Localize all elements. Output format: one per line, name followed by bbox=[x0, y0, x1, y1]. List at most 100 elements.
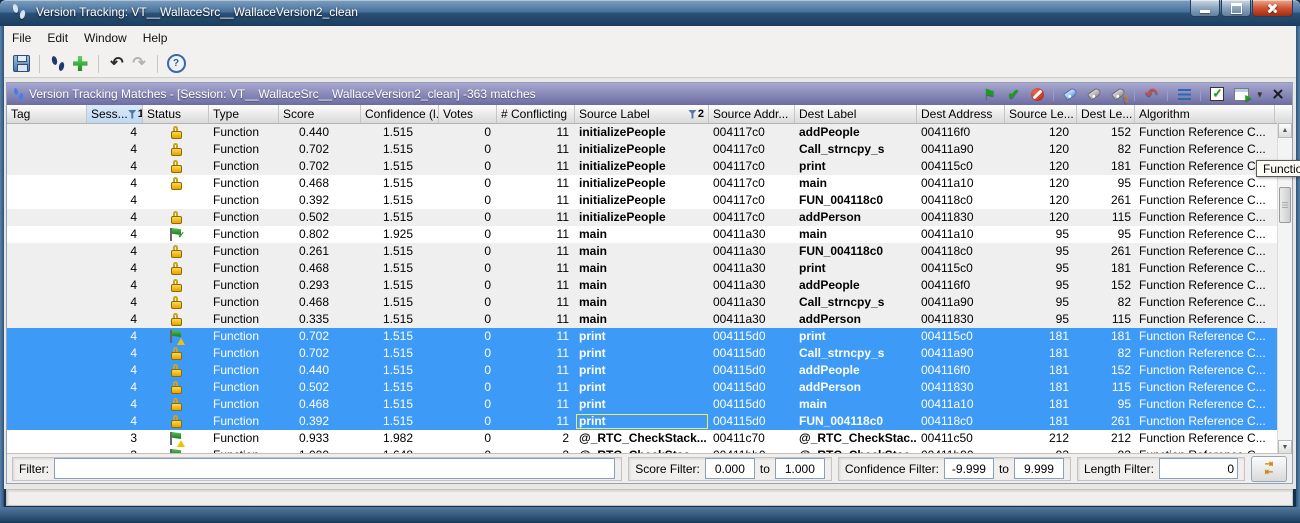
match-row[interactable]: 3Function0.9331.98202@_RTC_CheckStack...… bbox=[7, 430, 1292, 447]
cell-score[interactable]: 0.468 bbox=[279, 175, 361, 192]
menu-button[interactable] bbox=[1176, 86, 1192, 102]
cell-votes[interactable]: 0 bbox=[439, 345, 497, 362]
cell-dest_label[interactable]: @_RTC_CheckStac... bbox=[795, 430, 917, 447]
cell-status[interactable] bbox=[143, 311, 209, 328]
cell-confidence[interactable]: 1.515 bbox=[361, 243, 439, 260]
cell-dest_len[interactable]: 152 bbox=[1077, 277, 1135, 294]
cell-votes[interactable]: 0 bbox=[439, 260, 497, 277]
cell-dest_addr[interactable]: 00411a90 bbox=[917, 345, 1005, 362]
cell-src_label[interactable]: main bbox=[575, 243, 709, 260]
cell-src_len[interactable]: 181 bbox=[1005, 362, 1077, 379]
cell-algorithm[interactable]: Function Reference C... bbox=[1135, 175, 1275, 192]
cell-session[interactable]: 4 bbox=[87, 311, 143, 328]
score-to-input[interactable] bbox=[775, 458, 825, 479]
undo-button[interactable]: ↶ bbox=[106, 53, 128, 75]
cell-dest_addr[interactable]: 004116f0 bbox=[917, 124, 1005, 141]
cell-conflicting[interactable]: 11 bbox=[497, 294, 575, 311]
cell-src_label[interactable]: print bbox=[575, 345, 709, 362]
cell-dest_addr[interactable]: 00411830 bbox=[917, 209, 1005, 226]
cell-src_len[interactable]: 181 bbox=[1005, 413, 1077, 430]
match-row[interactable]: 4Function0.7021.515011print004115d0Call_… bbox=[7, 345, 1292, 362]
cell-session[interactable]: 4 bbox=[87, 345, 143, 362]
cell-conflicting[interactable]: 11 bbox=[497, 277, 575, 294]
cell-dest_addr[interactable]: 004118c0 bbox=[917, 413, 1005, 430]
cell-dest_len[interactable]: 115 bbox=[1077, 379, 1135, 396]
cell-type[interactable]: Function bbox=[209, 345, 279, 362]
cell-votes[interactable]: 0 bbox=[439, 226, 497, 243]
cell-dest_addr[interactable]: 00411a10 bbox=[917, 175, 1005, 192]
cell-algorithm[interactable]: Function Reference C... bbox=[1135, 209, 1275, 226]
column-header-algorithm[interactable]: Algorithm bbox=[1135, 105, 1275, 123]
cell-src_len[interactable]: 95 bbox=[1005, 243, 1077, 260]
cell-type[interactable]: Function bbox=[209, 277, 279, 294]
cell-dest_label[interactable]: addPeople bbox=[795, 277, 917, 294]
cell-dest_len[interactable]: 115 bbox=[1077, 311, 1135, 328]
cell-votes[interactable]: 0 bbox=[439, 294, 497, 311]
cell-dest_label[interactable]: addPerson bbox=[795, 379, 917, 396]
cell-type[interactable]: Function bbox=[209, 311, 279, 328]
length-filter-input[interactable] bbox=[1159, 458, 1238, 479]
cell-dest_addr[interactable]: 004116f0 bbox=[917, 277, 1005, 294]
cell-type[interactable]: Function bbox=[209, 362, 279, 379]
dropdown-caret-icon[interactable]: ▾ bbox=[1257, 89, 1262, 100]
cell-tag[interactable] bbox=[7, 260, 87, 277]
help-button[interactable]: ? bbox=[165, 53, 187, 75]
match-row[interactable]: 4Function0.4681.515011main00411a30Call_s… bbox=[7, 294, 1292, 311]
cell-dest_label[interactable]: addPeople bbox=[795, 362, 917, 379]
cell-status[interactable] bbox=[143, 430, 209, 447]
cell-algorithm[interactable]: Function Reference C... bbox=[1135, 396, 1275, 413]
cell-src_addr[interactable]: 004117c0 bbox=[709, 209, 795, 226]
close-button[interactable] bbox=[1252, 0, 1293, 17]
add-tag-button[interactable] bbox=[1062, 86, 1078, 102]
cell-score[interactable]: 0.502 bbox=[279, 209, 361, 226]
menu-window[interactable]: Window bbox=[76, 28, 135, 48]
cell-score[interactable]: 0.293 bbox=[279, 277, 361, 294]
cell-conflicting[interactable]: 11 bbox=[497, 345, 575, 362]
cell-votes[interactable]: 0 bbox=[439, 277, 497, 294]
match-row[interactable]: 4Function0.4681.515011initializePeople00… bbox=[7, 175, 1292, 192]
accept-flag-button[interactable]: ⚑ bbox=[981, 86, 997, 102]
cell-dest_label[interactable]: print bbox=[795, 328, 917, 345]
score-from-input[interactable] bbox=[705, 458, 755, 479]
cell-tag[interactable] bbox=[7, 362, 87, 379]
cell-conflicting[interactable]: 11 bbox=[497, 413, 575, 430]
cell-src_len[interactable]: 95 bbox=[1005, 260, 1077, 277]
cell-confidence[interactable]: 1.515 bbox=[361, 209, 439, 226]
cell-confidence[interactable]: 1.982 bbox=[361, 430, 439, 447]
cell-src_len[interactable]: 120 bbox=[1005, 158, 1077, 175]
cell-conflicting[interactable]: 11 bbox=[497, 243, 575, 260]
cell-type[interactable]: Function bbox=[209, 141, 279, 158]
cell-score[interactable]: 0.468 bbox=[279, 294, 361, 311]
cell-score[interactable]: 0.392 bbox=[279, 413, 361, 430]
cell-score[interactable]: 0.702 bbox=[279, 141, 361, 158]
cell-src_addr[interactable]: 00411c70 bbox=[709, 430, 795, 447]
cell-src_label[interactable]: initializePeople bbox=[575, 141, 709, 158]
cell-status[interactable] bbox=[143, 294, 209, 311]
cell-conflicting[interactable]: 11 bbox=[497, 260, 575, 277]
cell-dest_addr[interactable]: 00411a90 bbox=[917, 294, 1005, 311]
cell-score[interactable]: 0.392 bbox=[279, 192, 361, 209]
cell-tag[interactable] bbox=[7, 328, 87, 345]
cell-confidence[interactable]: 1.515 bbox=[361, 345, 439, 362]
match-row[interactable]: 4Function0.3921.515011print004115d0FUN_0… bbox=[7, 413, 1292, 430]
cell-tag[interactable] bbox=[7, 124, 87, 141]
filter-input[interactable] bbox=[54, 458, 615, 479]
cell-session[interactable]: 4 bbox=[87, 277, 143, 294]
cell-type[interactable]: Function bbox=[209, 124, 279, 141]
menu-edit[interactable]: Edit bbox=[39, 28, 76, 48]
cell-tag[interactable] bbox=[7, 413, 87, 430]
cell-dest_addr[interactable]: 004115c0 bbox=[917, 158, 1005, 175]
cell-confidence[interactable]: 1.515 bbox=[361, 413, 439, 430]
cell-type[interactable]: Function bbox=[209, 413, 279, 430]
cell-dest_addr[interactable]: 00411830 bbox=[917, 311, 1005, 328]
cell-dest_len[interactable]: 152 bbox=[1077, 124, 1135, 141]
cell-votes[interactable]: 0 bbox=[439, 430, 497, 447]
cell-dest_len[interactable]: 181 bbox=[1077, 158, 1135, 175]
column-header-src_label[interactable]: Source Label2 bbox=[575, 105, 709, 123]
column-header-status[interactable]: Status bbox=[143, 105, 209, 123]
cell-dest_addr[interactable]: 004115c0 bbox=[917, 328, 1005, 345]
cell-conflicting[interactable]: 11 bbox=[497, 226, 575, 243]
cell-confidence[interactable]: 1.925 bbox=[361, 226, 439, 243]
cell-status[interactable] bbox=[143, 260, 209, 277]
cell-type[interactable]: Function bbox=[209, 379, 279, 396]
